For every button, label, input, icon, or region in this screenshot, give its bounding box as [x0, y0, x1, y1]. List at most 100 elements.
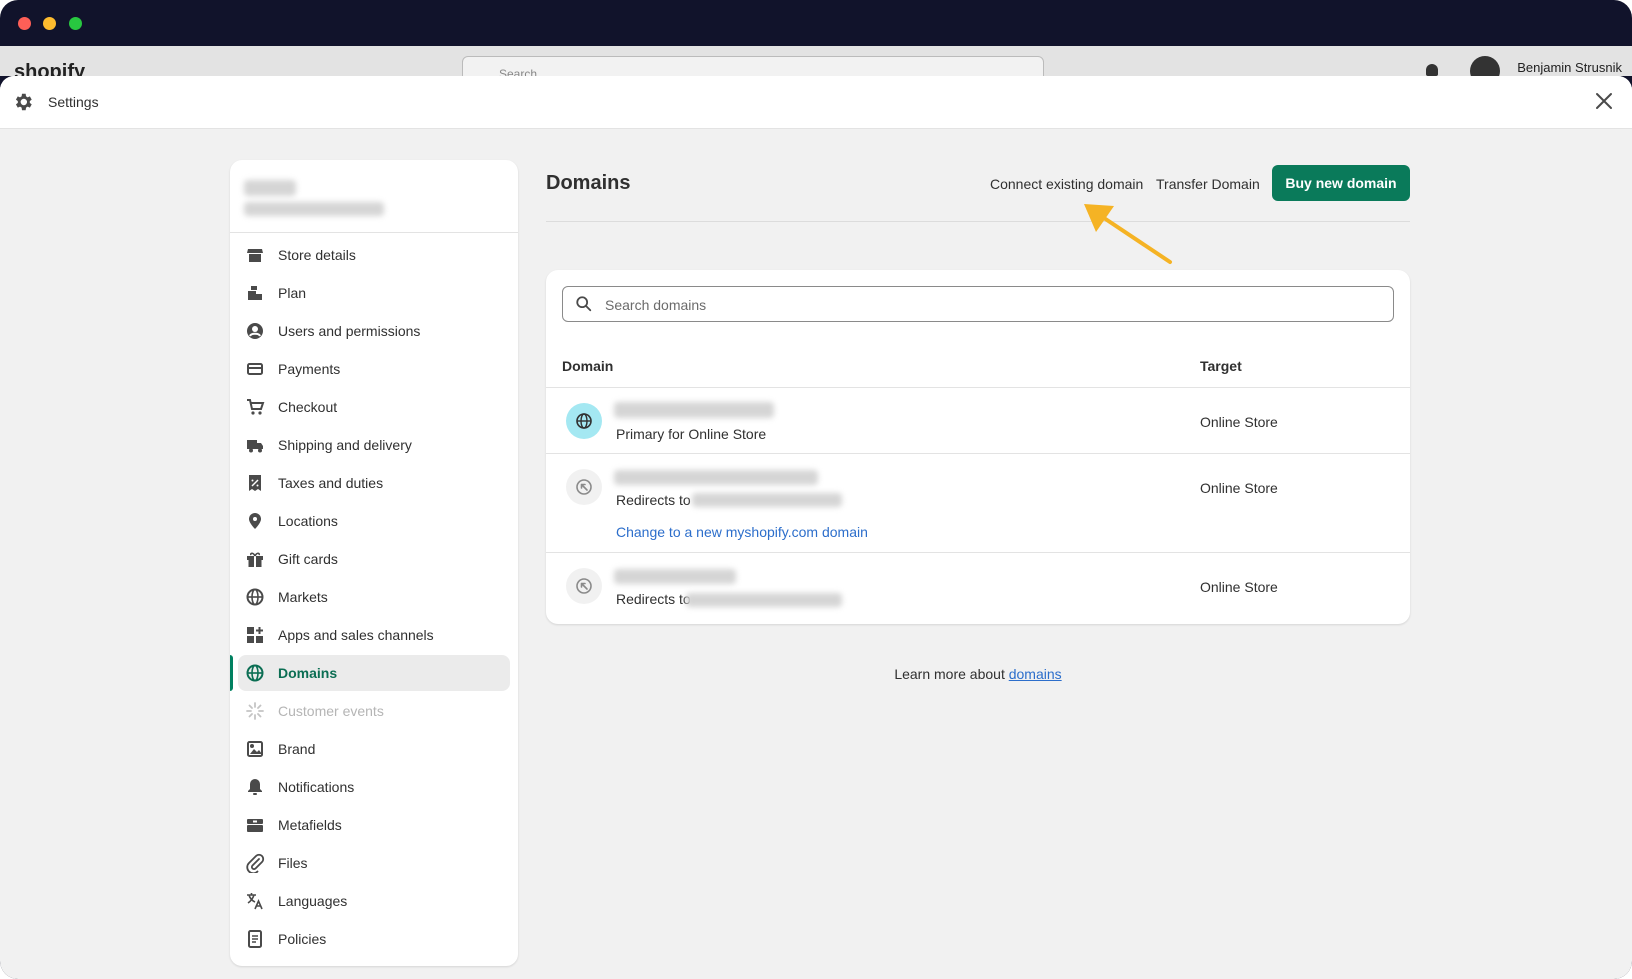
redirect-icon	[566, 568, 602, 604]
close-window-button[interactable]	[18, 17, 31, 30]
minimize-window-button[interactable]	[43, 17, 56, 30]
domain-name-redacted	[614, 402, 774, 418]
sidebar-nav: Store details Plan Users and permissions Pa…	[230, 236, 518, 958]
gear-icon	[15, 93, 32, 111]
change-myshopify-domain-link[interactable]: Change to a new myshopify.com domain	[616, 524, 868, 540]
sidebar-item-payments[interactable]: Payments	[230, 350, 518, 388]
admin-search-placeholder: Search	[499, 67, 538, 76]
avatar[interactable]	[1470, 56, 1500, 76]
sidebar-item-label: Notifications	[278, 779, 355, 795]
sidebar-item-files[interactable]: Files	[230, 844, 518, 882]
admin-bell-icon[interactable]	[1426, 64, 1438, 76]
sidebar-item-metafields[interactable]: Metafields	[230, 806, 518, 844]
domain-target: Online Store	[1200, 414, 1278, 430]
page-title: Settings	[48, 94, 99, 110]
learn-more-prefix: Learn more about	[894, 666, 1009, 682]
sidebar-item-shipping-and-delivery[interactable]: Shipping and delivery	[230, 426, 518, 464]
cart-icon	[247, 399, 265, 415]
settings-header: Settings	[0, 76, 1632, 129]
domains-card: Domain Target Primary for Online Store O…	[546, 270, 1410, 624]
domain-target: Online Store	[1200, 480, 1278, 496]
sidebar-item-label: Users and permissions	[278, 323, 421, 339]
sidebar-item-brand[interactable]: Brand	[230, 730, 518, 768]
redirect-target-redacted	[686, 593, 842, 607]
store-url-redacted	[244, 202, 384, 216]
sidebar-item-label: Markets	[278, 589, 328, 605]
store-name-redacted	[244, 180, 296, 196]
sidebar-item-label: Payments	[278, 361, 341, 377]
paperclip-icon	[246, 853, 265, 873]
transfer-domain-button[interactable]: Transfer Domain	[1156, 176, 1260, 192]
location-pin-icon	[249, 513, 261, 529]
shopify-logo: shopify	[14, 61, 86, 76]
sidebar-item-label: Policies	[278, 931, 327, 947]
sidebar-item-notifications[interactable]: Notifications	[230, 768, 518, 806]
sidebar-item-label: Store details	[278, 247, 356, 263]
domain-subtitle: Primary for Online Store	[616, 426, 767, 442]
domains-help-link[interactable]: domains	[1009, 666, 1062, 682]
gift-icon	[247, 552, 263, 567]
domain-row-primary[interactable]: Primary for Online Store Online Store	[546, 387, 1410, 454]
plan-icon	[248, 286, 262, 300]
sidebar-item-languages[interactable]: Languages	[230, 882, 518, 920]
payments-icon	[247, 363, 263, 375]
sidebar-item-locations[interactable]: Locations	[230, 502, 518, 540]
sidebar-item-apps-and-sales-channels[interactable]: Apps and sales channels	[230, 616, 518, 654]
annotation-arrow-icon	[1084, 204, 1172, 264]
title-divider	[546, 221, 1410, 222]
domains-title: Domains	[546, 172, 631, 194]
bell-icon	[248, 779, 262, 795]
admin-search-input[interactable]: Search	[462, 56, 1044, 76]
sidebar-item-label: Brand	[278, 741, 316, 757]
sidebar-item-store-details[interactable]: Store details	[230, 236, 518, 274]
sidebar-item-label: Customer events	[278, 703, 384, 719]
sidebar-item-label: Gift cards	[278, 551, 338, 567]
apps-icon	[247, 627, 263, 643]
brand-icon	[247, 741, 263, 757]
sparkle-icon	[246, 702, 264, 720]
buy-new-domain-button[interactable]: Buy new domain	[1272, 165, 1410, 201]
policy-icon	[248, 930, 262, 948]
sidebar-item-policies[interactable]: Policies	[230, 920, 518, 958]
zoom-window-button[interactable]	[69, 17, 82, 30]
sidebar-item-label: Taxes and duties	[278, 475, 384, 491]
sidebar-item-checkout[interactable]: Checkout	[230, 388, 518, 426]
sidebar-item-users-and-permissions[interactable]: Users and permissions	[230, 312, 518, 350]
close-icon[interactable]	[1592, 89, 1616, 113]
column-header-domain: Domain	[562, 358, 614, 374]
connect-existing-domain-button[interactable]: Connect existing domain	[990, 176, 1143, 192]
redirect-icon	[566, 469, 602, 505]
metafields-icon	[247, 819, 263, 832]
globe-icon	[566, 403, 602, 439]
sidebar-item-gift-cards[interactable]: Gift cards	[230, 540, 518, 578]
domain-subtitle: Redirects to	[616, 591, 691, 607]
settings-sidebar: Store details Plan Users and permissions Pa…	[230, 160, 518, 966]
sidebar-item-label: Metafields	[278, 817, 342, 833]
sidebar-item-label: Plan	[278, 285, 307, 301]
domain-row-redirect[interactable]: Redirects to Online Store	[546, 552, 1410, 624]
settings-modal: Settings Store details Plan Users and perm…	[0, 76, 1632, 979]
domain-subtitle: Redirects to	[616, 492, 691, 508]
sidebar-item-taxes-and-duties[interactable]: Taxes and duties	[230, 464, 518, 502]
domain-target: Online Store	[1200, 579, 1278, 595]
search-domains-field[interactable]	[562, 286, 1394, 323]
truck-icon	[247, 440, 263, 453]
search-icon	[576, 296, 592, 312]
globe-icon	[246, 588, 264, 606]
sidebar-item-plan[interactable]: Plan	[230, 274, 518, 312]
admin-user-name[interactable]: Benjamin Strusnik	[1517, 60, 1622, 75]
search-domains-input[interactable]	[603, 287, 1387, 323]
admin-top-bar: shopify Search Benjamin Strusnik	[0, 46, 1632, 76]
redirect-target-redacted	[692, 493, 842, 507]
domain-row-redirect[interactable]: Redirects to Online Store Change to a ne…	[546, 453, 1410, 553]
app-window: shopify Search Benjamin Strusnik Setting…	[0, 0, 1632, 979]
sidebar-item-customer-events[interactable]: Customer events	[230, 692, 518, 730]
learn-more-text: Learn more about domains	[0, 666, 1632, 682]
user-icon	[247, 323, 263, 339]
receipt-icon	[249, 475, 261, 491]
sidebar-item-label: Locations	[278, 513, 338, 529]
domain-name-redacted	[614, 569, 736, 584]
sidebar-item-markets[interactable]: Markets	[230, 578, 518, 616]
sidebar-item-label: Apps and sales channels	[278, 627, 434, 643]
column-header-target: Target	[1200, 358, 1242, 374]
